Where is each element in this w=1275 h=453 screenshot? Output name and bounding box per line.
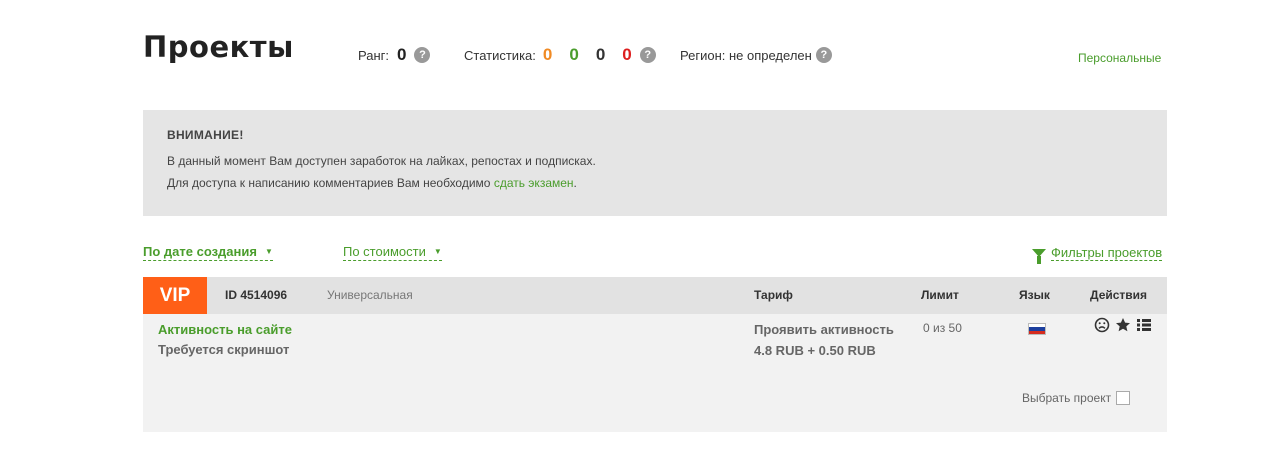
notice-line-2-suffix: . — [573, 176, 577, 190]
tariff-name: Проявить активность — [754, 322, 894, 337]
project-type: Универсальная — [327, 288, 413, 302]
sort-by-date[interactable]: По дате создания ▼ — [143, 244, 273, 261]
personal-projects-link[interactable]: Персональные — [1078, 51, 1161, 65]
frown-icon[interactable] — [1094, 317, 1110, 333]
notice-line-2-prefix: Для доступа к написанию комментариев Вам… — [167, 176, 494, 190]
project-filters-button[interactable]: Фильтры проектов — [1032, 245, 1163, 264]
filter-funnel-icon — [1032, 249, 1046, 264]
project-row: Активность на сайте Требуется скриншот П… — [143, 314, 1167, 432]
project-header-row: VIP ID 4514096 Универсальная Тариф Лимит… — [143, 277, 1167, 314]
rank-block: Ранг: 0 ? — [358, 44, 431, 66]
page-title: Проекты — [143, 30, 294, 64]
attention-notice: ВНИМАНИЕ! В данный момент Вам доступен з… — [143, 110, 1167, 216]
projects-page: Проекты Ранг: 0 ? Статистика: 0 0 0 0 ? … — [0, 0, 1275, 453]
notice-line-1: В данный момент Вам доступен заработок н… — [167, 154, 596, 168]
column-actions: Действия — [1090, 288, 1148, 302]
russia-flag-icon — [1028, 323, 1046, 335]
stats-label: Статистика: — [464, 47, 536, 63]
column-tariff: Тариф — [754, 288, 793, 302]
region-block: Регион: не определен ? — [680, 44, 832, 66]
project-subtitle: Требуется скриншот — [158, 342, 290, 357]
limit-value: 0 из 50 — [923, 321, 962, 335]
vip-badge: VIP — [143, 277, 207, 314]
caret-down-icon: ▼ — [264, 247, 273, 256]
stat-value-green: 0 — [569, 45, 579, 64]
project-filters-label: Фильтры проектов — [1051, 245, 1163, 261]
region-text: Регион: не определен — [680, 47, 812, 63]
column-language: Язык — [1019, 288, 1050, 302]
stat-value-black: 0 — [595, 45, 606, 64]
rank-value: 0 — [397, 45, 407, 64]
take-exam-link[interactable]: сдать экзамен — [494, 176, 574, 190]
select-project[interactable]: Выбрать проект — [1022, 391, 1131, 405]
sort-by-date-label: По дате создания — [143, 244, 257, 259]
rank-label: Ранг: — [358, 47, 390, 63]
region-help-icon[interactable]: ? — [815, 47, 832, 63]
project-id: ID 4514096 — [225, 288, 288, 302]
notice-heading: ВНИМАНИЕ! — [167, 128, 244, 142]
stat-value-orange: 0 — [542, 45, 553, 64]
select-project-label: Выбрать проект — [1022, 391, 1112, 405]
project-title-link[interactable]: Активность на сайте — [158, 322, 292, 337]
stats-help-icon[interactable]: ? — [639, 47, 656, 63]
sort-by-cost[interactable]: По стоимости ▼ — [343, 244, 442, 261]
column-limit: Лимит — [921, 288, 959, 302]
tariff-price: 4.8 RUB + 0.50 RUB — [754, 343, 876, 358]
project-actions — [1094, 317, 1152, 333]
statistics-block: Статистика: 0 0 0 0 ? — [464, 44, 656, 66]
rank-help-icon[interactable]: ? — [414, 47, 431, 63]
stat-value-red: 0 — [622, 45, 632, 64]
sort-by-cost-label: По стоимости — [343, 244, 426, 259]
star-icon[interactable] — [1115, 317, 1131, 333]
caret-down-icon: ▼ — [433, 247, 442, 256]
notice-line-2: Для доступа к написанию комментариев Вам… — [167, 172, 1143, 194]
select-project-checkbox[interactable] — [1116, 391, 1131, 405]
flag-stripe-red — [1029, 330, 1045, 334]
list-icon[interactable] — [1136, 317, 1152, 333]
